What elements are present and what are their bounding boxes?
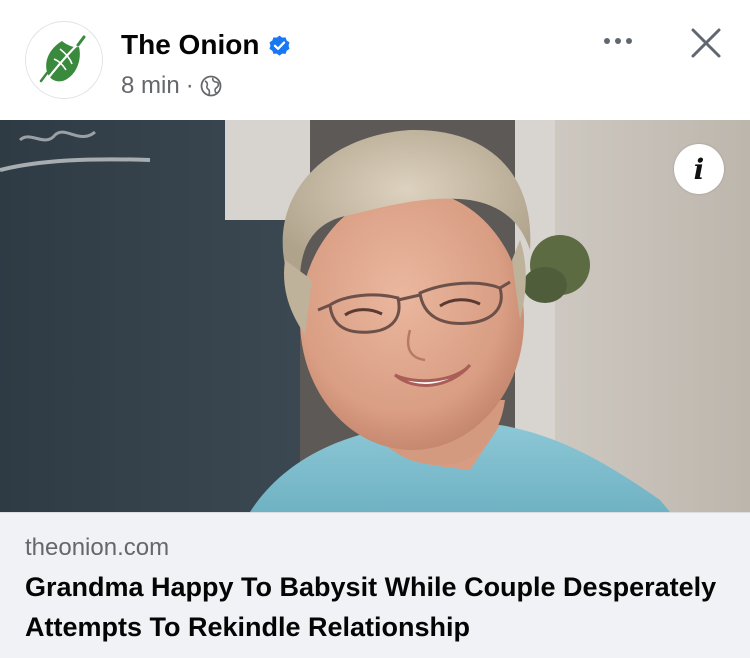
page-name-row: The Onion (121, 27, 292, 63)
more-dots-icon (615, 38, 621, 44)
post-time[interactable]: 8 min (121, 72, 180, 100)
more-dots-icon (604, 38, 610, 44)
link-preview-card[interactable]: theonion.com Grandma Happy To Babysit Wh… (0, 512, 750, 658)
grandma-photo-illustration (0, 120, 750, 512)
more-dots-icon (626, 38, 632, 44)
meta-separator: · (185, 72, 194, 99)
link-headline: Grandma Happy To Babysit While Couple De… (25, 572, 717, 642)
onion-logo-icon (39, 35, 86, 83)
info-icon: i (693, 152, 705, 186)
post-meta: 8 min · (121, 70, 222, 102)
link-domain: theonion.com (25, 534, 170, 561)
close-button[interactable] (683, 20, 729, 66)
article-photo[interactable] (0, 120, 750, 512)
info-button[interactable]: i (674, 144, 724, 194)
verified-badge-icon (267, 33, 292, 58)
globe-icon[interactable] (200, 75, 222, 97)
page-avatar[interactable] (25, 21, 103, 99)
more-options-button[interactable] (596, 26, 640, 56)
post-header: The Onion 8 min · (0, 0, 750, 120)
page-name[interactable]: The Onion (121, 27, 259, 63)
close-icon (691, 28, 721, 58)
